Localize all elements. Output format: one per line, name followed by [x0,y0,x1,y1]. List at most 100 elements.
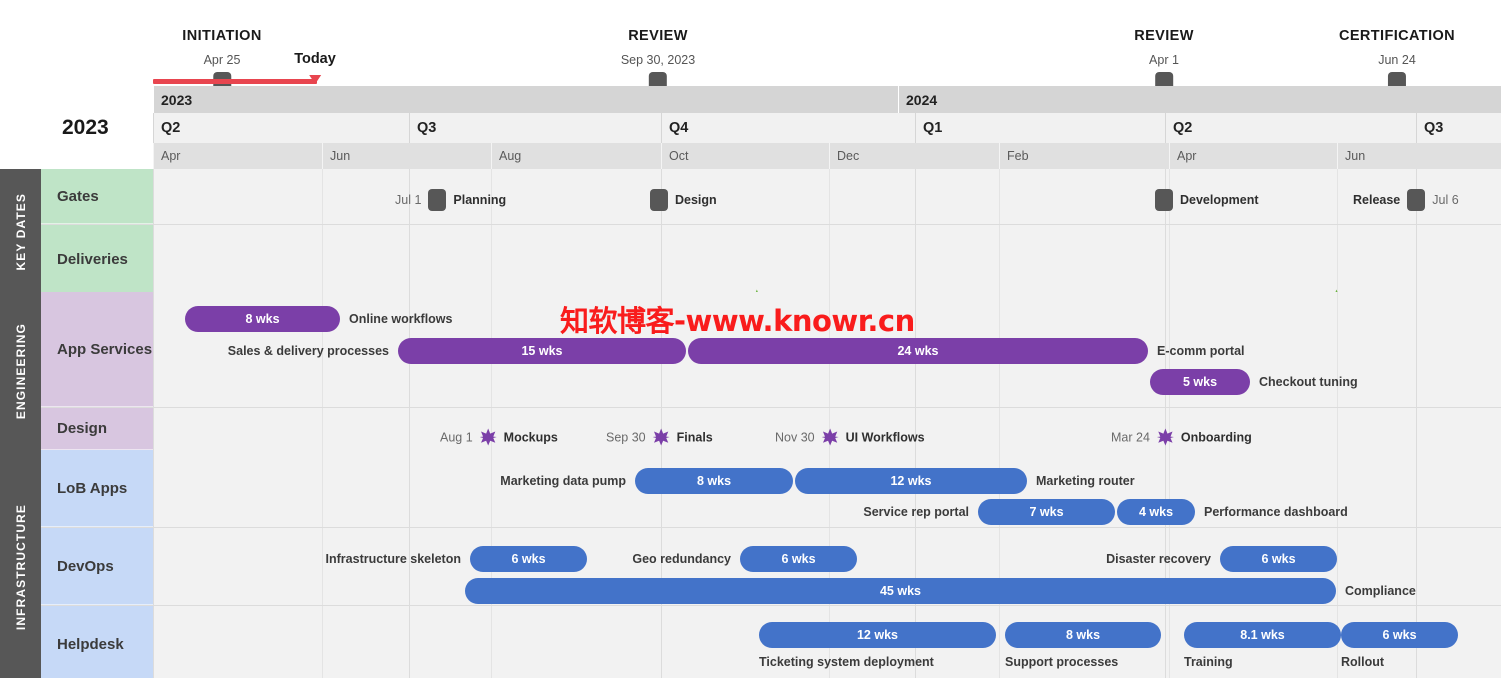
task-bar[interactable]: 6 wks [1341,622,1458,648]
row-label-app-services[interactable]: App Services [41,292,153,407]
today-triangle-icon [309,75,321,84]
design-milestone[interactable]: Mar 24 Onboarding [1111,428,1252,446]
row-track: 8 wks Online workflows 15 wks Sales & deliv… [153,292,1501,407]
gridline [999,225,1000,295]
gate-milestone[interactable]: Design [650,189,717,211]
task-bar[interactable]: 12 wks [759,622,996,648]
task-duration-label: 12 wks [856,628,898,642]
design-date: Sep 30 [606,430,646,444]
design-diamond-icon [652,428,670,446]
task-name-label: Support processes [1005,655,1119,669]
design-diamond-icon [479,428,497,446]
section-engineering: ENGINEERING App Services 8 wks Online workf… [0,292,1501,450]
gate-milestone[interactable]: Development [1155,189,1259,211]
task-bar[interactable]: 24 wks [688,338,1148,364]
task-bar[interactable]: 8 wks [1005,622,1161,648]
row-track: 8 wks Marketing data pump 12 wks Marketing … [153,450,1501,527]
task-name-label: E-comm portal [1157,344,1245,358]
milestone-date: Apr 1 [1149,53,1179,67]
gridline [829,169,830,224]
roadmap-gantt-chart: INITIATION Apr 25 REVIEW Sep 30, 2023 REVIEW… [0,0,1501,678]
milestone-0[interactable]: INITIATION Apr 25 [182,28,261,94]
gate-marker-icon [428,189,447,211]
task-bar[interactable]: 12 wks [795,468,1027,494]
milestone-3[interactable]: CERTIFICATION Jun 24 [1339,28,1455,94]
calendar-year-cell-1: 2024 [898,86,1501,113]
task-bar[interactable]: 6 wks [1220,546,1337,572]
gridline [999,606,1000,678]
task-bar[interactable]: 5 wks [1150,369,1250,395]
task-bar[interactable]: 4 wks [1117,499,1195,525]
gridline [1337,408,1338,450]
milestone-1[interactable]: REVIEW Sep 30, 2023 [621,28,695,94]
gridline [999,169,1000,224]
design-milestone[interactable]: Aug 1 Mockups [440,428,558,446]
task-bar[interactable]: 7 wks [978,499,1115,525]
gate-marker-icon [1155,189,1173,211]
design-milestone[interactable]: Sep 30 Finals [606,428,713,446]
gridline-quarter [153,528,154,605]
task-duration-label: 12 wks [890,474,932,488]
gridline-quarter [409,450,410,527]
row-label-helpdesk[interactable]: Helpdesk [41,606,153,678]
task-bar[interactable]: 6 wks [740,546,857,572]
task-bar[interactable]: 8 wks [185,306,340,332]
calendar-year-cell-0: 2023 [153,86,898,113]
task-duration-label: 6 wks [1261,552,1296,566]
gridline [999,408,1000,450]
calendar-quarter-cell-5: Q3 [1416,113,1501,143]
task-bar[interactable]: 15 wks [398,338,686,364]
milestone-2[interactable]: REVIEW Apr 1 [1134,28,1194,94]
track-row: DeliveriesOnline Entry Form ReleaseDec 1… [41,225,1501,335]
calendar-month-cell-6: Apr [1169,143,1337,169]
gridline-quarter [1416,225,1417,295]
task-name-label: Training [1184,655,1233,669]
task-name-label: Checkout tuning [1259,375,1358,389]
task-name-label: Geo redundancy [632,552,731,566]
row-label-devops[interactable]: DevOps [41,528,153,605]
milestone-date: Jun 24 [1378,53,1416,67]
task-duration-label: 5 wks [1182,375,1218,389]
gridline [491,225,492,295]
design-milestone[interactable]: Nov 30 UI Workflows [775,428,925,446]
task-bar[interactable]: 6 wks [470,546,587,572]
section-rows: LoB Apps 8 wks Marketing data pump 12 wks Ma… [41,450,1501,678]
today-progress-line [153,79,317,84]
task-bar[interactable]: 8 wks [635,468,793,494]
gate-name: Planning [453,193,507,207]
task-bar[interactable]: 45 wks [465,578,1336,604]
task-duration-label: 45 wks [879,584,921,598]
track-row: App Services 8 wks Online workflows 15 wks S… [41,292,1501,408]
milestone-title: REVIEW [628,28,688,44]
gridline [1337,225,1338,295]
calendar-quarter-cell-0: Q2 [153,113,409,143]
gate-milestone[interactable]: Release Jul 6 [1353,189,1459,211]
gate-name: Design [675,193,717,207]
gate-marker-icon [650,189,668,211]
gridline [322,169,323,224]
today-label: Today [294,51,336,67]
section-tab-label: INFRASTRUCTURE [13,503,28,631]
track-row: Helpdesk 12 wks Ticketing system deploymen… [41,606,1501,678]
row-label-deliveries[interactable]: Deliveries [41,225,153,295]
section-tab: INFRASTRUCTURE [0,450,41,678]
gridline-quarter [153,292,154,407]
task-duration-label: 8 wks [696,474,732,488]
task-name-label: Service rep portal [863,505,969,519]
row-label-gates[interactable]: Gates [41,169,153,224]
calendar-header: 2023 2024 Q2 Q3 Q4 Q1 Q2 Q3 Apr Jun Aug Oct Dec Feb… [153,86,1501,169]
milestone-title: CERTIFICATION [1338,28,1456,44]
gridline [1169,606,1170,678]
task-duration-label: 8 wks [245,312,280,326]
row-label-lob-apps[interactable]: LoB Apps [41,450,153,527]
row-label-design[interactable]: Design [41,408,153,450]
gate-name: Development [1180,193,1259,207]
design-name: Finals [676,430,713,444]
gridline [1337,169,1338,224]
gate-milestone[interactable]: Jul 1 Planning [395,189,506,211]
task-bar[interactable]: 8.1 wks [1184,622,1341,648]
task-duration-label: 4 wks [1138,505,1174,519]
track-row: Design Aug 1 Mockups Sep 30 Finals Nov 30 UI W… [41,408,1501,450]
task-duration-label: 8.1 wks [1240,628,1285,642]
task-name-label: Sales & delivery processes [227,344,389,358]
